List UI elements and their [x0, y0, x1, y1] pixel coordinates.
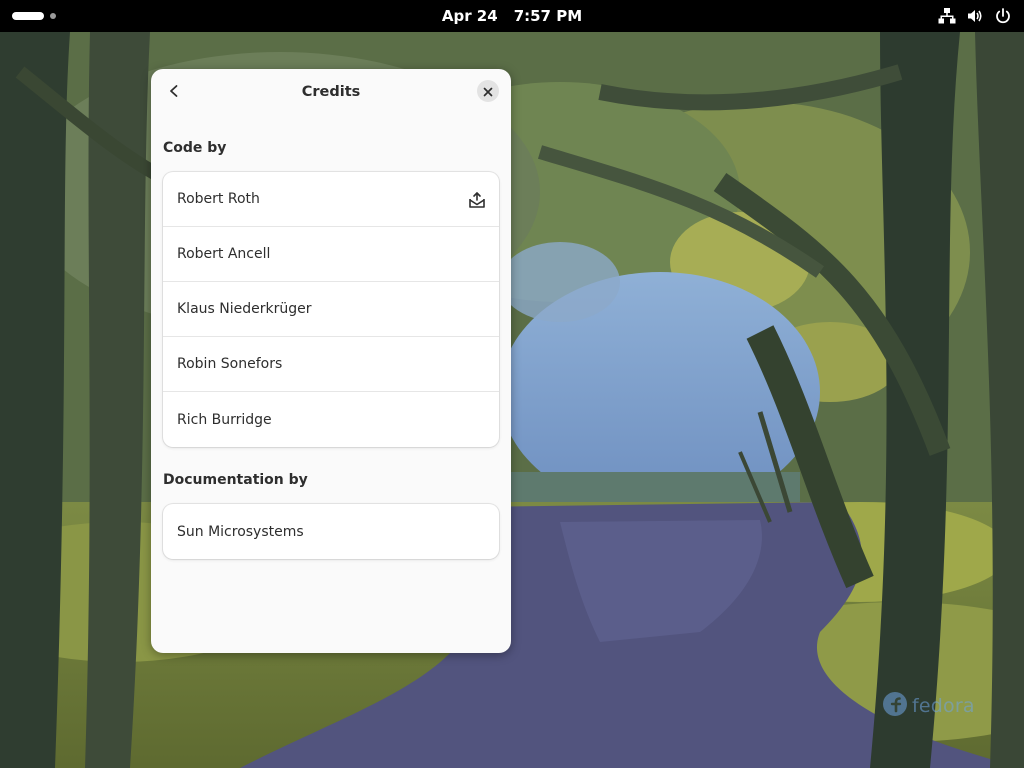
system-tray[interactable]: [938, 0, 1012, 32]
clock[interactable]: Apr 24 7:57 PM: [440, 0, 584, 32]
person-name: Klaus Niederkrüger: [177, 301, 312, 317]
volume-icon: [966, 7, 984, 25]
credits-dialog: Credits Code by Robert Roth Robert Ancel…: [151, 69, 511, 653]
fedora-wordmark: fedora: [912, 695, 975, 717]
list-item[interactable]: Klaus Niederkrüger: [163, 282, 499, 337]
list-item[interactable]: Sun Microsystems: [163, 504, 499, 559]
list-item[interactable]: Robert Ancell: [163, 227, 499, 282]
person-name: Rich Burridge: [177, 411, 272, 428]
section-heading-code-by: Code by: [163, 140, 227, 156]
close-button[interactable]: [477, 80, 499, 102]
activities-indicator[interactable]: [12, 9, 56, 23]
fedora-logo-icon: [882, 691, 908, 721]
workspace-active-pill: [12, 12, 44, 20]
person-name: Robert Roth: [177, 191, 260, 207]
workspace-dot: [50, 13, 56, 19]
clock-time: 7:57 PM: [513, 7, 583, 25]
window-title: Credits: [301, 84, 361, 100]
close-icon: [483, 82, 493, 101]
power-icon: [994, 7, 1012, 25]
top-bar: Apr 24 7:57 PM: [0, 0, 1024, 32]
send-email-icon[interactable]: [467, 190, 487, 210]
list-item[interactable]: Robert Roth: [163, 172, 499, 227]
fedora-watermark: fedora: [882, 691, 975, 721]
clock-date: Apr 24: [441, 7, 498, 25]
person-name: Robert Ancell: [177, 246, 271, 262]
list-item[interactable]: Rich Burridge: [163, 392, 499, 447]
code-by-list: Robert Roth Robert Ancell Klaus Niederkr…: [163, 172, 499, 447]
section-heading-documentation-by: Documentation by: [163, 472, 308, 488]
person-name: Sun Microsystems: [177, 523, 304, 540]
network-wired-icon: [938, 7, 956, 25]
person-name: Robin Sonefors: [177, 356, 283, 372]
documentation-by-list: Sun Microsystems: [163, 504, 499, 559]
list-item[interactable]: Robin Sonefors: [163, 337, 499, 392]
header-bar: Credits: [151, 69, 511, 115]
